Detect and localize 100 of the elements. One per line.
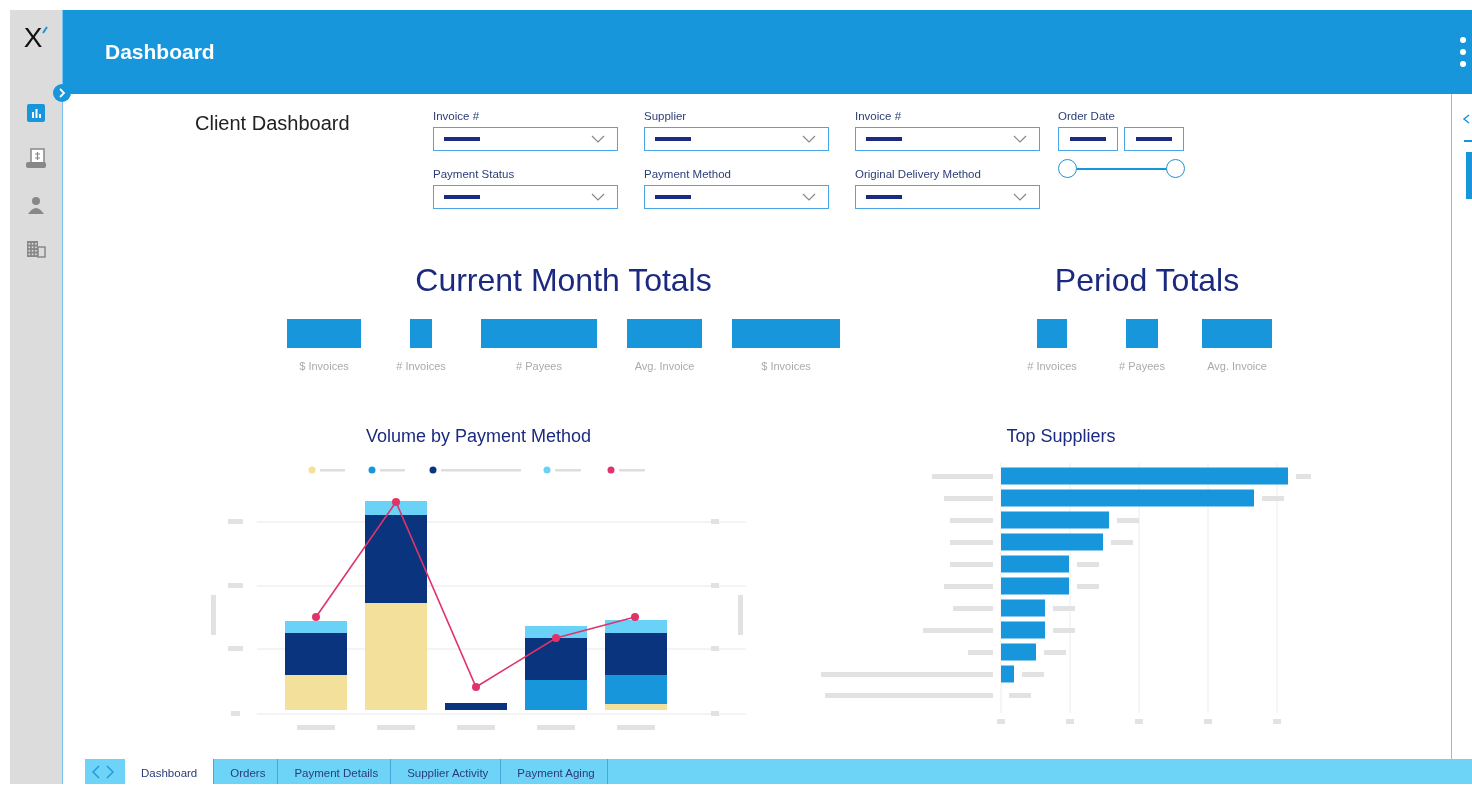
sheet-tab[interactable]: Supplier Activity — [395, 759, 502, 784]
bar-segment — [525, 680, 587, 710]
label-placeholder — [619, 469, 645, 472]
metric-label: # Invoices — [1027, 360, 1077, 372]
chart-title: Top Suppliers — [1006, 426, 1116, 447]
collapse-panel-icon[interactable] — [1462, 114, 1470, 124]
value-placeholder — [1111, 540, 1133, 545]
metric-label: # Payees — [1119, 360, 1165, 372]
label-placeholder — [950, 562, 993, 567]
axis-title-placeholder — [738, 595, 743, 635]
bar — [1001, 555, 1069, 573]
metric-label: # Invoices — [396, 360, 446, 372]
tick-placeholder — [228, 519, 243, 524]
metric-label: $ Invoices — [299, 360, 349, 372]
metric-label: Avg. Invoice — [634, 360, 695, 372]
bar — [1001, 599, 1045, 617]
value-placeholder — [1296, 474, 1311, 479]
value-placeholder — [1077, 584, 1099, 589]
metric-value-placeholder — [1202, 319, 1272, 348]
label-placeholder — [320, 469, 345, 472]
metric-value-placeholder — [410, 319, 432, 348]
filter-label: Order Date — [1058, 110, 1116, 122]
chevron-down-icon — [1013, 135, 1027, 143]
section-heading: Period Totals — [1054, 262, 1240, 299]
label-placeholder — [953, 606, 993, 611]
filter-label: Payment Status — [433, 168, 516, 180]
more-menu-icon[interactable] — [1460, 37, 1466, 67]
tick-placeholder — [297, 725, 335, 730]
filter-dropdown[interactable] — [644, 185, 829, 209]
metric-value-placeholder — [1126, 319, 1158, 348]
tick-placeholder — [231, 711, 240, 716]
legend-marker — [429, 466, 437, 474]
data-point — [631, 613, 639, 621]
tick-placeholder — [1273, 719, 1281, 724]
bar-segment — [285, 675, 347, 710]
filter-label: Invoice # — [855, 110, 903, 122]
slider-start-handle[interactable] — [1058, 159, 1077, 179]
chevron-down-icon — [802, 193, 816, 201]
bar-segment — [445, 703, 507, 710]
value-placeholder — [1077, 562, 1099, 567]
metric-label: # Payees — [516, 360, 562, 372]
bar — [1001, 621, 1045, 639]
tick-placeholder — [1135, 719, 1143, 724]
data-point — [552, 634, 560, 642]
metric-value-placeholder — [1037, 319, 1067, 348]
filter-dropdown[interactable] — [855, 127, 1040, 151]
filter-label: Invoice # — [433, 110, 481, 122]
filter-dropdown[interactable] — [855, 185, 1040, 209]
legend-marker — [308, 466, 316, 474]
data-point — [472, 683, 480, 691]
bar — [1001, 665, 1014, 683]
tick-placeholder — [997, 719, 1005, 724]
sheet-tab[interactable]: Payment Details — [282, 759, 392, 784]
filter-label: Supplier — [644, 110, 688, 122]
tick-placeholder — [377, 725, 415, 730]
tick-placeholder — [457, 725, 495, 730]
data-point — [312, 613, 320, 621]
expand-sidebar-icon[interactable] — [53, 84, 71, 102]
slider-end-handle[interactable] — [1166, 159, 1185, 179]
label-placeholder — [968, 650, 993, 655]
page-heading: Dashboard — [105, 40, 215, 64]
value-placeholder — [1009, 693, 1031, 698]
filter-dropdown[interactable] — [433, 127, 618, 151]
chevron-down-icon — [1013, 193, 1027, 201]
label-placeholder — [950, 518, 993, 523]
label-placeholder — [950, 540, 993, 545]
sheet-tab[interactable]: Dashboard — [125, 759, 215, 784]
start-date-field[interactable] — [1058, 127, 1118, 151]
tick-placeholder — [617, 725, 655, 730]
logo-accent-icon — [42, 26, 49, 34]
tick-placeholder — [537, 725, 575, 730]
filter-dropdown[interactable] — [433, 185, 618, 209]
sheet-tab[interactable]: Payment Aging — [505, 759, 608, 784]
range-slider[interactable] — [1058, 159, 1186, 179]
filter-dropdown[interactable] — [644, 127, 829, 151]
end-date-field[interactable] — [1124, 127, 1184, 151]
sheet-tab[interactable]: Orders — [218, 759, 279, 784]
chevron-down-icon — [802, 135, 816, 143]
dashboard-title: Client Dashboard — [195, 111, 351, 136]
metric-label: Avg. Invoice — [1207, 360, 1267, 372]
label-placeholder — [932, 474, 993, 479]
bar — [1001, 643, 1036, 661]
chevron-right-icon[interactable] — [105, 764, 115, 779]
section-heading: Current Month Totals — [415, 262, 712, 299]
logo: X — [23, 24, 43, 52]
invoice-icon[interactable] — [25, 148, 47, 170]
tick-placeholder — [228, 646, 243, 651]
bar-chart-icon[interactable] — [27, 104, 45, 122]
legend-marker — [368, 466, 376, 474]
person-icon[interactable] — [27, 196, 45, 214]
label-placeholder — [923, 628, 993, 633]
value-placeholder — [1022, 672, 1044, 677]
label-placeholder — [944, 584, 993, 589]
chevron-left-icon[interactable] — [91, 764, 101, 779]
legend-marker — [543, 466, 551, 474]
bar — [1001, 577, 1069, 595]
chevron-down-icon — [591, 135, 605, 143]
label-placeholder — [555, 469, 581, 472]
building-icon[interactable] — [26, 240, 46, 258]
tick-placeholder — [228, 583, 243, 588]
